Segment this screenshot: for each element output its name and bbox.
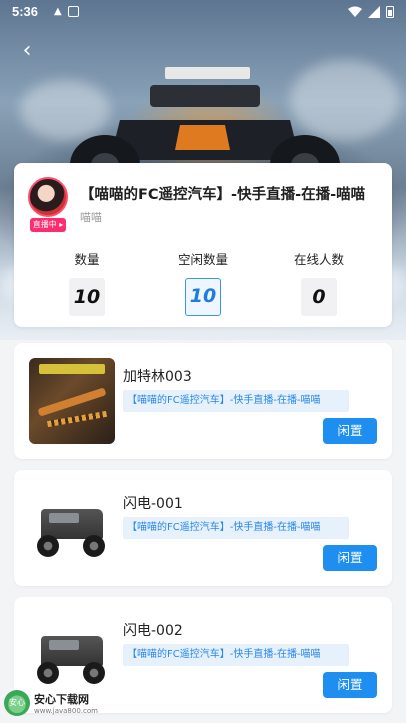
app-notification-icon	[67, 6, 79, 17]
stat-idle[interactable]: 空闲数量 10	[163, 249, 243, 316]
system-icons	[348, 5, 394, 18]
device-name: 加特林003	[123, 369, 192, 385]
watermark-text: 安心下载网 www.java800.com	[34, 691, 98, 715]
watermark-url: www.java800.com	[34, 707, 98, 715]
battery-icon	[386, 6, 394, 18]
thumb-banner	[39, 364, 105, 374]
live-status-badge: 直播中 ▸	[30, 218, 66, 232]
chevron-left-icon: ‹	[22, 38, 32, 63]
stat-label: 在线人数	[293, 252, 344, 267]
back-button[interactable]: ‹	[14, 38, 40, 64]
stat-value: 10	[185, 278, 221, 316]
stat-value: 0	[301, 278, 337, 316]
watermark-brand: 安心下载网	[34, 693, 89, 706]
stat-value: 10	[69, 278, 105, 316]
thumb-ammo-belt	[46, 410, 108, 428]
device-thumbnail	[29, 485, 115, 571]
idle-status-button[interactable]: 闲置	[323, 545, 377, 571]
device-room-tag: 【喵喵的FC遥控汽车】-快手直播-在播-喵喵	[123, 390, 349, 412]
device-name: 闪电-002	[123, 623, 183, 639]
stat-label: 空闲数量	[177, 252, 228, 267]
live-room-card: 直播中 ▸ 【喵喵的FC遥控汽车】-快手直播-在播-喵喵 喵喵 数量 10 空闲…	[14, 163, 392, 327]
notification-icons: ▲	[54, 6, 79, 17]
device-thumbnail	[29, 358, 115, 444]
avatar[interactable]	[28, 177, 68, 217]
truck-wheel	[83, 535, 105, 557]
truck-wheel	[37, 535, 59, 557]
watermark-logo-icon: 安心	[4, 690, 30, 716]
status-time: 5:36	[12, 4, 39, 19]
stat-total: 数量 10	[47, 249, 127, 316]
device-name: 闪电-001	[123, 496, 183, 512]
truck-window	[49, 513, 79, 523]
stat-label: 数量	[74, 252, 100, 267]
notification-icon: ▲	[54, 6, 62, 17]
device-thumbnail	[29, 612, 115, 698]
truck-wheel	[83, 662, 105, 684]
host-name: 喵喵	[80, 211, 102, 224]
device-room-tag: 【喵喵的FC遥控汽车】-快手直播-在播-喵喵	[123, 517, 349, 539]
status-bar: 5:36 ▲	[0, 0, 406, 24]
wifi-icon	[348, 6, 362, 17]
idle-status-button[interactable]: 闲置	[323, 672, 377, 698]
truck-wheel	[37, 662, 59, 684]
stat-online: 在线人数 0	[279, 249, 359, 316]
device-card[interactable]: 闪电-001 【喵喵的FC遥控汽车】-快手直播-在播-喵喵 闲置	[14, 470, 392, 586]
room-title: 【喵喵的FC遥控汽车】-快手直播-在播-喵喵	[80, 187, 366, 203]
idle-status-button[interactable]: 闲置	[323, 418, 377, 444]
signal-icon	[368, 5, 380, 18]
truck-window	[49, 640, 79, 650]
device-room-tag: 【喵喵的FC遥控汽车】-快手直播-在播-喵喵	[123, 644, 349, 666]
device-card[interactable]: 加特林003 【喵喵的FC遥控汽车】-快手直播-在播-喵喵 闲置	[14, 343, 392, 459]
watermark: 安心 安心下载网 www.java800.com	[4, 690, 98, 716]
